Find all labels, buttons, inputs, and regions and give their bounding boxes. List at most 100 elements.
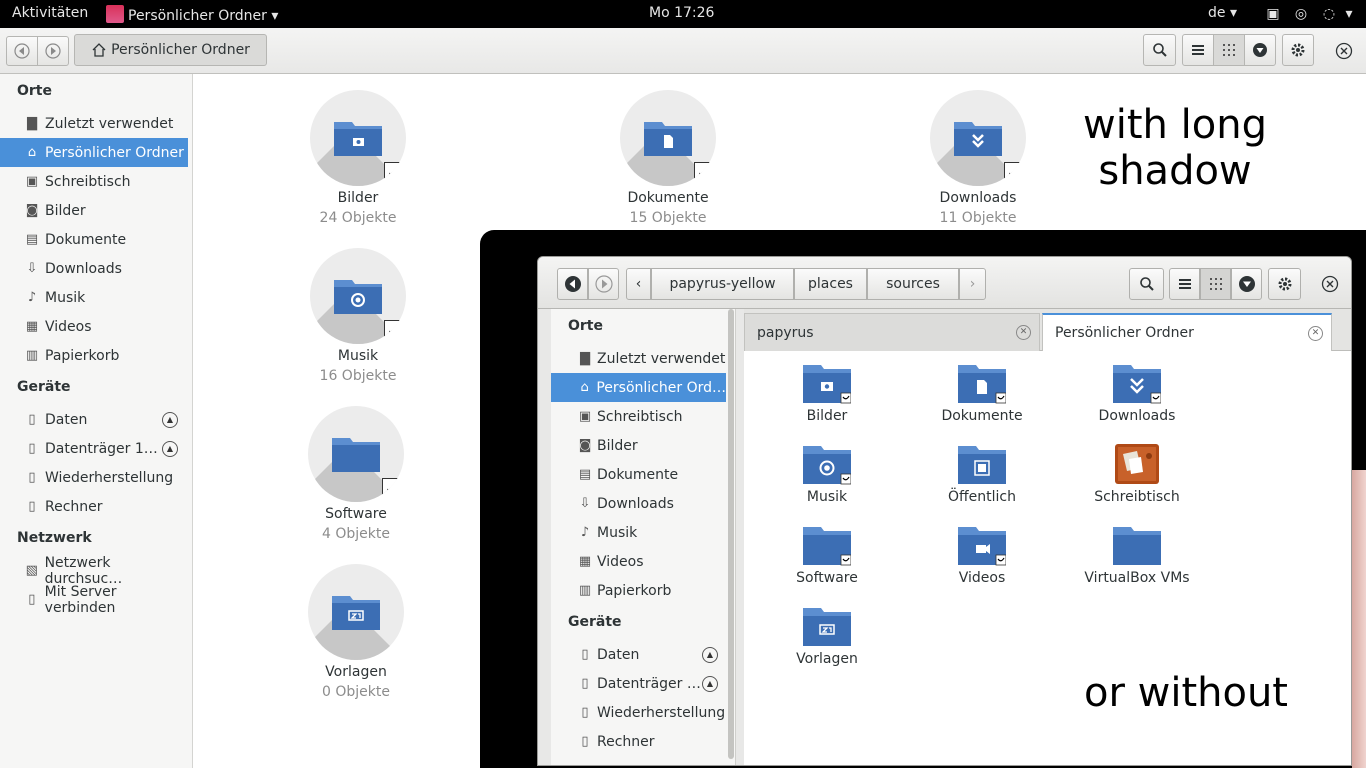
status-menu-chevron-icon[interactable]: ▾	[1340, 6, 1358, 22]
sidebar-item-zuletzt-verwendet[interactable]: ▇ Zuletzt verwendet	[551, 344, 726, 373]
file-name: Dokumente	[941, 408, 1023, 424]
sidebar-item-rechner[interactable]: ▯ Rechner	[551, 727, 726, 756]
network-icon[interactable]: ▣	[1264, 6, 1282, 22]
sidebar-item-downloads[interactable]: ⇩ Downloads	[551, 489, 726, 518]
drive-icon: ▯	[581, 647, 589, 662]
inner-file-item-downloads[interactable]: Downloads	[1077, 361, 1197, 424]
sidebar-item-daten[interactable]: ▯ Daten ▲	[0, 405, 188, 434]
accessibility-icon[interactable]: ◎	[1292, 6, 1310, 22]
inner-file-item-virtualbox-vms[interactable]: VirtualBox VMs	[1077, 523, 1197, 586]
file-item-software[interactable]: ◡ Software 4 Objekte	[276, 406, 436, 542]
eject-icon[interactable]: ▲	[162, 440, 178, 457]
folder-download-icon: ◡	[930, 90, 1026, 186]
file-item-musik[interactable]: ◡ Musik 16 Objekte	[278, 248, 438, 384]
tab-papyrus[interactable]: papyrus ✕	[744, 313, 1040, 351]
sidebar-item-videos[interactable]: ▦ Videos	[0, 312, 188, 341]
sidebar-item-label: Datenträger 1…	[45, 440, 158, 457]
settings-menu-button[interactable]	[1282, 34, 1314, 66]
sidebar-item-daten[interactable]: ▯ Daten ▲	[551, 640, 726, 669]
back-button[interactable]	[6, 36, 38, 66]
sidebar-item-label: Zuletzt verwendet	[597, 350, 726, 367]
view-options-button[interactable]	[1244, 34, 1276, 66]
sidebar-item-mit-server-verbinden[interactable]: ▯ Mit Server verbinden	[0, 584, 188, 616]
drive-icon: ▯	[581, 705, 589, 720]
sidebar-item-wiederherstellung[interactable]: ▯ Wiederherstellung	[551, 698, 726, 727]
app-menu[interactable]: Persönlicher Ordner ▾	[106, 5, 278, 24]
sidebar-item-schreibtisch[interactable]: ▣ Schreibtisch	[551, 402, 726, 431]
sidebar-item-downloads[interactable]: ⇩ Downloads	[0, 254, 188, 283]
breadcrumb-item[interactable]: sources	[867, 268, 959, 300]
sidebar-item-dokumente[interactable]: ▤ Dokumente	[551, 460, 726, 489]
sidebar-item-datentraeger[interactable]: ▯ Datenträger … ▲	[551, 669, 726, 698]
sidebar-item-bilder[interactable]: ◙ Bilder	[551, 431, 726, 460]
inner-back-button[interactable]	[557, 268, 588, 300]
sidebar-item-persoenlicher-ordner[interactable]: ⌂ Persönlicher Ordner	[0, 138, 188, 167]
inner-search-button[interactable]	[1129, 268, 1164, 300]
inner-file-item-schreibtisch[interactable]: Schreibtisch	[1077, 442, 1197, 505]
sidebar-item-netzwerk-durchsuchen[interactable]: ▧ Netzwerk durchsuc…	[0, 555, 188, 587]
sidebar-item-bilder[interactable]: ◙ Bilder	[0, 196, 188, 225]
file-item-downloads[interactable]: ◡ Downloads 11 Objekte	[898, 90, 1058, 226]
sidebar-item-videos[interactable]: ▦ Videos	[551, 547, 726, 576]
file-item-vorlagen[interactable]: Vorlagen 0 Objekte	[276, 564, 436, 700]
clock[interactable]: Mo 17:26	[649, 5, 714, 21]
power-icon[interactable]: ◌	[1320, 6, 1338, 22]
sidebar-item-datentraeger[interactable]: ▯ Datenträger 1… ▲	[0, 434, 188, 463]
tab-close-icon[interactable]: ✕	[1308, 326, 1323, 341]
server-icon: ▯	[28, 592, 36, 607]
eject-icon[interactable]: ▲	[162, 411, 178, 428]
sidebar-item-label: Rechner	[45, 498, 103, 515]
breadcrumb-item[interactable]: places	[794, 268, 867, 300]
close-icon	[1335, 42, 1353, 60]
inner-forward-button[interactable]	[588, 268, 619, 300]
inner-file-item-dokumente[interactable]: Dokumente	[922, 361, 1042, 424]
eject-icon[interactable]: ▲	[702, 646, 718, 663]
sidebar-item-musik[interactable]: ♪ Musik	[551, 518, 726, 547]
file-name: Software	[796, 570, 858, 586]
close-window-button[interactable]	[1334, 41, 1354, 61]
view-options-dropdown-icon	[1238, 276, 1255, 292]
film-icon: ▦	[578, 554, 592, 569]
sidebar-scrollbar[interactable]	[728, 309, 734, 759]
gear-icon	[1291, 43, 1305, 57]
breadcrumb-scroll-right-button[interactable]: ›	[959, 268, 986, 300]
sidebar-item-label: Wiederherstellung	[45, 469, 174, 486]
sidebar-item-wiederherstellung[interactable]: ▯ Wiederherstellung	[0, 463, 188, 492]
sidebar-item-label: Videos	[597, 553, 644, 570]
inner-settings-menu-button[interactable]	[1268, 268, 1301, 300]
inner-close-window-button[interactable]	[1320, 274, 1340, 294]
path-bar-home-button[interactable]: Persönlicher Ordner	[74, 34, 267, 66]
keyboard-layout-indicator[interactable]: de ▾	[1208, 5, 1237, 21]
file-item-bilder[interactable]: ◡ Bilder 24 Objekte	[278, 90, 438, 226]
list-view-button[interactable]	[1182, 34, 1214, 66]
inner-view-options-button[interactable]	[1231, 268, 1262, 300]
sidebar-item-musik[interactable]: ♪ Musik	[0, 283, 188, 312]
breadcrumb-scroll-left-button[interactable]: ‹	[626, 268, 651, 300]
sidebar-item-schreibtisch[interactable]: ▣ Schreibtisch	[0, 167, 188, 196]
file-name: Software	[325, 506, 387, 522]
file-item-dokumente[interactable]: ◡ Dokumente 15 Objekte	[588, 90, 748, 226]
inner-file-item-musik[interactable]: Musik	[767, 442, 887, 505]
sidebar-item-zuletzt-verwendet[interactable]: ▇ Zuletzt verwendet	[0, 109, 188, 138]
inner-file-item-software[interactable]: Software	[767, 523, 887, 586]
inner-file-item-oeffentlich[interactable]: Öffentlich	[922, 442, 1042, 505]
inner-file-item-videos[interactable]: Videos	[922, 523, 1042, 586]
eject-icon[interactable]: ▲	[702, 675, 718, 692]
activities-button[interactable]: Aktivitäten	[12, 5, 88, 21]
inner-grid-view-button[interactable]	[1200, 268, 1231, 300]
tab-persoenlicher-ordner[interactable]: Persönlicher Ordner ✕	[1042, 313, 1332, 351]
tab-close-icon[interactable]: ✕	[1016, 325, 1031, 340]
folder-music-icon: ◡	[310, 248, 406, 344]
search-button[interactable]	[1143, 34, 1176, 66]
sidebar-item-dokumente[interactable]: ▤ Dokumente	[0, 225, 188, 254]
inner-file-item-bilder[interactable]: Bilder	[767, 361, 887, 424]
inner-file-item-vorlagen[interactable]: Vorlagen	[767, 604, 887, 667]
inner-list-view-button[interactable]	[1169, 268, 1200, 300]
grid-view-button[interactable]	[1213, 34, 1245, 66]
sidebar-item-papierkorb[interactable]: ▥ Papierkorb	[551, 576, 726, 605]
forward-button[interactable]	[37, 36, 69, 66]
sidebar-item-rechner[interactable]: ▯ Rechner	[0, 492, 188, 521]
sidebar-item-persoenlicher-ordner[interactable]: ⌂ Persönlicher Ord…	[551, 373, 726, 402]
breadcrumb-item[interactable]: papyrus-yellow	[651, 268, 794, 300]
sidebar-item-papierkorb[interactable]: ▥ Papierkorb	[0, 341, 188, 370]
